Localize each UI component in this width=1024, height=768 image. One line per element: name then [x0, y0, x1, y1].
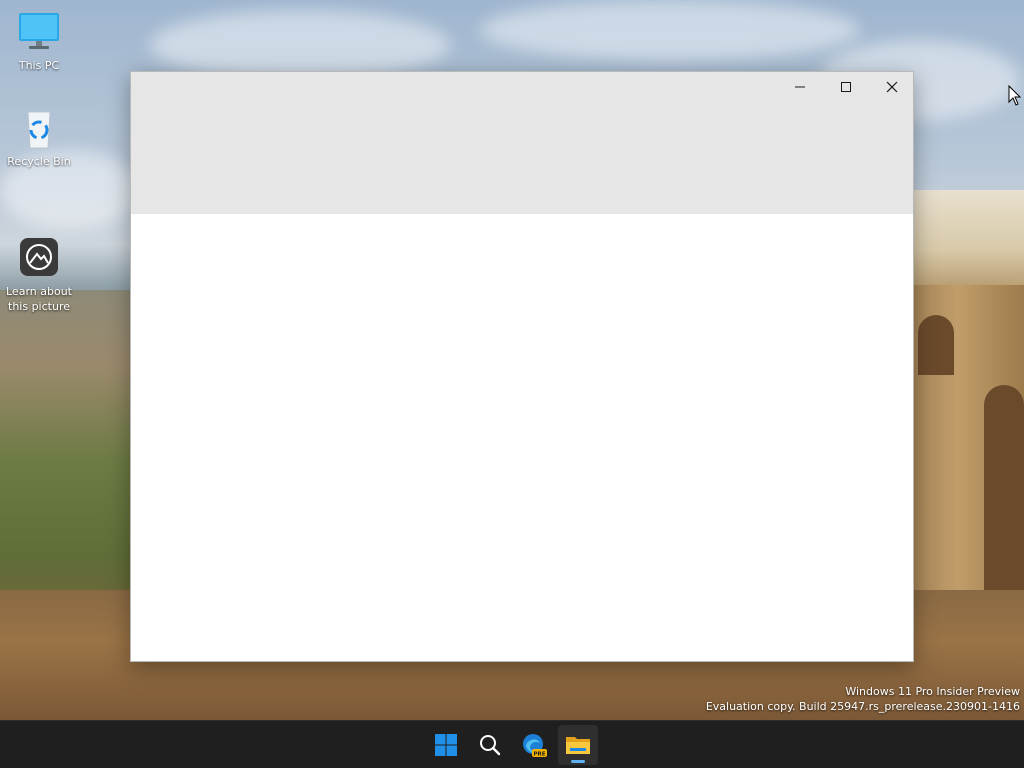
learn-picture-icon: [17, 221, 61, 276]
window-title-bar[interactable]: [131, 72, 913, 214]
desktop-icon-this-pc[interactable]: This PC: [0, 10, 78, 73]
close-button[interactable]: [869, 72, 915, 102]
windows-watermark: Windows 11 Pro Insider Preview Evaluatio…: [706, 684, 1020, 714]
maximize-button[interactable]: [823, 72, 869, 102]
minimize-icon: [795, 86, 805, 88]
desktop-icon-label: Learn about this picture: [6, 285, 72, 313]
desktop-icon-label: This PC: [18, 59, 60, 72]
minimize-button[interactable]: [777, 72, 823, 102]
file-explorer-icon: [566, 737, 590, 754]
file-explorer-window[interactable]: [130, 71, 914, 662]
active-app-indicator: [571, 760, 585, 763]
window-content-area[interactable]: [131, 214, 913, 661]
recycle-bin-icon: [17, 106, 61, 150]
edge-preview-icon: PRE: [523, 734, 547, 757]
taskbar: PRE: [0, 720, 1024, 768]
monitor-icon: [17, 10, 61, 54]
desktop-icon-label: Recycle Bin: [7, 155, 71, 168]
edge-badge-label: PRE: [533, 751, 545, 757]
desktop-icon-recycle-bin[interactable]: Recycle Bin: [0, 106, 78, 169]
desktop-icon-learn-about-picture[interactable]: Learn about this picture: [0, 206, 78, 329]
close-icon: [886, 81, 898, 93]
taskbar-start-button[interactable]: [426, 725, 466, 765]
taskbar-search-button[interactable]: [470, 725, 510, 765]
windows-start-icon: [435, 734, 457, 756]
maximize-icon: [841, 82, 851, 92]
taskbar-file-explorer-button[interactable]: [558, 725, 598, 765]
taskbar-edge-preview-button[interactable]: PRE: [514, 725, 554, 765]
mouse-pointer-icon: [1008, 85, 1022, 106]
watermark-edition: Windows 11 Pro Insider Preview: [845, 685, 1020, 698]
search-icon: [480, 735, 501, 756]
watermark-build: Evaluation copy. Build 25947.rs_prerelea…: [705, 700, 1020, 713]
